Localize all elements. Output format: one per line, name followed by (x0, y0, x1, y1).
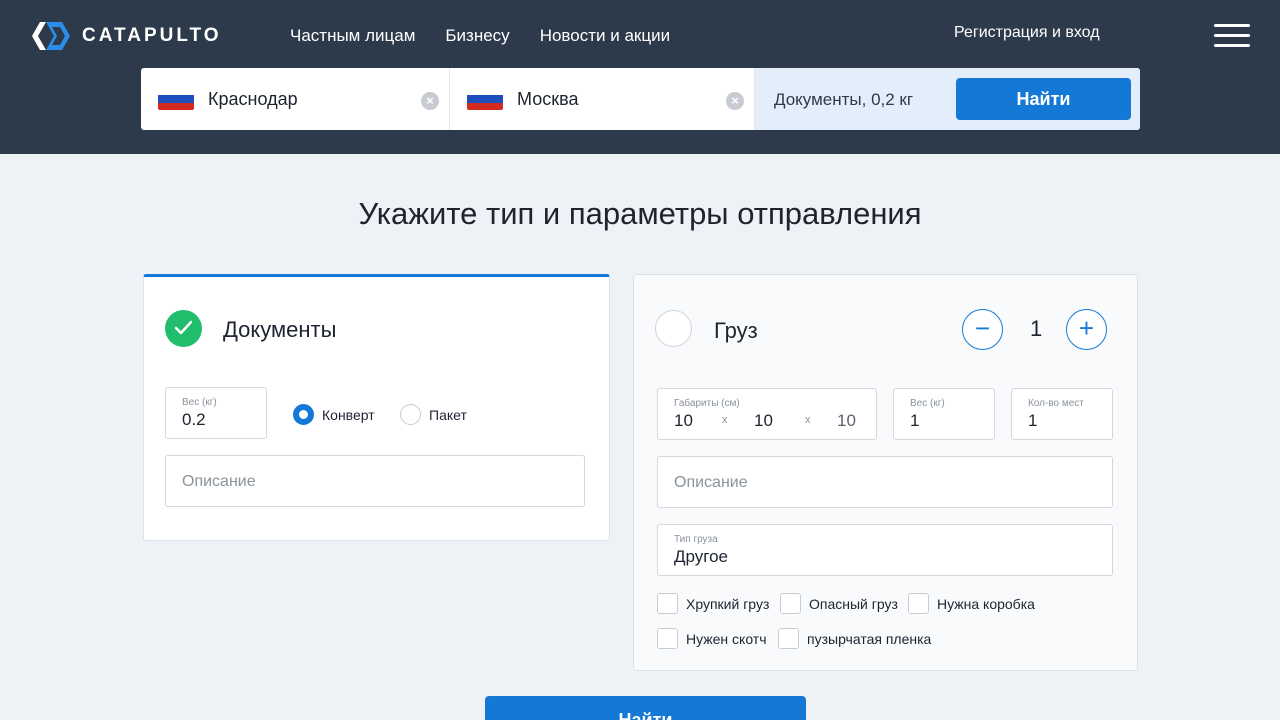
checkbox-dangerous-label: Опасный груз (809, 595, 898, 612)
checkbox-tape-box[interactable] (657, 628, 678, 649)
documents-label: Документы (223, 317, 337, 342)
cargo-type-value: Другое (674, 547, 729, 566)
checkbox-bubble-wrap-label: пузырчатая пленка (807, 630, 932, 647)
cargo-weight-field[interactable]: Вес (кг) 1 (893, 388, 995, 440)
cargo-dimensions-field[interactable]: Габариты (см) 10 x 10 x 10 (657, 388, 877, 440)
cargo-check-icon[interactable] (655, 310, 692, 347)
nav-item-individuals[interactable]: Частным лицам (290, 26, 415, 46)
radio-package-label: Пакет (429, 406, 467, 423)
weight-label: Вес (кг) (182, 397, 217, 408)
radio-package[interactable]: Пакет (400, 404, 467, 425)
origin-field[interactable]: Краснодар × (141, 68, 450, 130)
page-title: Укажите тип и параметры отправления (358, 196, 922, 231)
cargo-card[interactable]: Груз − 1 + Габариты (см) 10 x 10 x 10 Ве… (633, 274, 1138, 671)
cargo-places-field[interactable]: Кол-во мест 1 (1011, 388, 1113, 440)
checkbox-tape[interactable]: Нужен скотч (657, 628, 767, 649)
checkbox-fragile-box[interactable] (657, 593, 678, 614)
destination-field[interactable]: Москва × (450, 68, 755, 130)
dimensions-label: Габариты (см) (674, 398, 740, 409)
origin-value: Краснодар (208, 88, 298, 109)
checkbox-need-box-label: Нужна коробка (937, 595, 1035, 612)
checkbox-dangerous[interactable]: Опасный груз (780, 593, 898, 614)
parcel-params-text: Документы, 0,2 кг (774, 90, 914, 109)
places-value: 1 (1028, 411, 1038, 430)
weight-label: Вес (кг) (910, 398, 945, 409)
radio-package-dot[interactable] (400, 404, 421, 425)
documents-check-icon[interactable] (165, 310, 202, 347)
weight-value: 0.2 (182, 410, 206, 429)
radio-envelope-dot[interactable] (293, 404, 314, 425)
documents-weight-field[interactable]: Вес (кг) 0.2 (165, 387, 267, 439)
documents-description-field[interactable]: Описание (165, 455, 585, 507)
dimension-separator: x (805, 414, 811, 426)
catapulto-logo-icon (32, 20, 70, 52)
russia-flag-icon (158, 88, 194, 110)
russia-flag-icon (467, 88, 503, 110)
cargo-type-label: Тип груза (674, 534, 718, 545)
logo-text: CATAPULTO (82, 25, 222, 46)
site-header: CATAPULTO Частным лицам Бизнесу Новости … (0, 0, 1280, 154)
checkbox-tape-label: Нужен скотч (686, 630, 767, 647)
checkbox-fragile-label: Хрупкий груз (686, 595, 770, 612)
find-button[interactable]: Найти (956, 78, 1131, 120)
menu-icon[interactable] (1214, 24, 1250, 48)
checkbox-fragile[interactable]: Хрупкий груз (657, 593, 769, 614)
logo[interactable]: CATAPULTO (32, 20, 222, 52)
nav-item-news[interactable]: Новости и акции (540, 26, 670, 46)
nav-item-business[interactable]: Бизнесу (445, 26, 509, 46)
description-placeholder: Описание (674, 474, 748, 491)
cargo-label: Груз (714, 318, 758, 343)
increase-count-button[interactable]: + (1066, 309, 1107, 350)
radio-envelope-label: Конверт (322, 406, 375, 423)
destination-value: Москва (517, 88, 579, 109)
checkbox-need-box[interactable]: Нужна коробка (908, 593, 1035, 614)
documents-card[interactable]: Документы Вес (кг) 0.2 Конверт Пакет Опи… (143, 274, 610, 541)
weight-value: 1 (910, 411, 920, 430)
checkbox-need-box-box[interactable] (908, 593, 929, 614)
cargo-type-select[interactable]: Тип груза Другое (657, 524, 1113, 576)
submit-find-button[interactable]: Найти (485, 696, 806, 720)
decrease-count-button[interactable]: − (962, 309, 1003, 350)
main-nav: Частным лицам Бизнесу Новости и акции (290, 26, 670, 46)
dimension-width[interactable]: 10 (754, 411, 773, 431)
checkbox-bubble-wrap[interactable]: пузырчатая пленка (778, 628, 931, 649)
clear-destination-icon[interactable]: × (726, 92, 744, 110)
clear-origin-icon[interactable]: × (421, 92, 439, 110)
dimension-length[interactable]: 10 (674, 411, 693, 431)
radio-envelope[interactable]: Конверт (293, 404, 375, 425)
parcel-params[interactable]: Документы, 0,2 кг Найти (755, 68, 1140, 130)
checkbox-dangerous-box[interactable] (780, 593, 801, 614)
login-link[interactable]: Регистрация и вход (954, 24, 1100, 42)
cargo-count: 1 (1030, 316, 1043, 341)
dimension-separator: x (722, 414, 728, 426)
places-label: Кол-во мест (1028, 398, 1084, 409)
checkbox-bubble-wrap-box[interactable] (778, 628, 799, 649)
description-placeholder: Описание (182, 473, 256, 490)
route-search-bar: Краснодар × Москва × Документы, 0,2 кг Н… (141, 68, 1140, 130)
dimension-height[interactable]: 10 (837, 411, 856, 431)
cargo-description-field[interactable]: Описание (657, 456, 1113, 508)
